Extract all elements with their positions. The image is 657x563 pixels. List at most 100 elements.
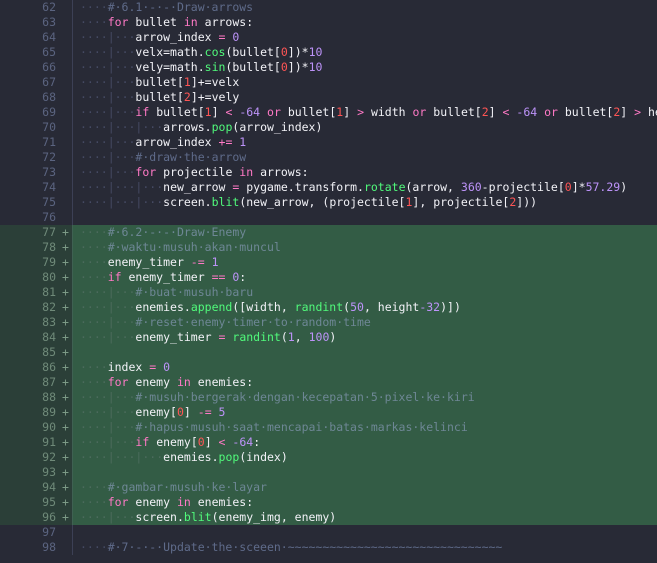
code-token-ws: ···· <box>80 390 108 404</box>
code-text[interactable]: ····|···#·musuh·bergerak·dengan·kecepata… <box>73 390 657 405</box>
code-line[interactable]: 82 + ····|···enemies.append([width, randin… <box>0 300 657 315</box>
code-text[interactable]: ····#·6.2·-·-·Draw·Enemy <box>73 225 657 240</box>
code-line[interactable]: 95 + ····for enemy in enemies: <box>0 495 657 510</box>
code-line[interactable]: 68 ····|···bullet[2]+=vely <box>0 90 657 105</box>
code-line[interactable]: 87 + ····for enemy in enemies: <box>0 375 657 390</box>
diff-marker <box>60 525 72 540</box>
code-text[interactable]: ····|···enemy[0] -= 5 <box>73 405 657 420</box>
code-line[interactable]: 80 + ····if enemy_timer == 0: <box>0 270 657 285</box>
code-text[interactable]: ····if enemy_timer == 0: <box>73 270 657 285</box>
code-text[interactable]: ····#·waktu·musuh·akan·muncul <box>73 240 657 255</box>
code-line[interactable]: 93 + <box>0 465 657 480</box>
code-line[interactable]: 76 <box>0 210 657 225</box>
code-line[interactable]: 77 + ····#·6.2·-·-·Draw·Enemy <box>0 225 657 240</box>
code-line[interactable]: 64 ····|···arrow_index = 0 <box>0 30 657 45</box>
code-editor-pane[interactable]: 62 ····#·6.1·-·-·Draw·arrows 63 ····for bul… <box>0 0 657 563</box>
code-token-id: arrows: <box>253 165 309 179</box>
diff-marker: + <box>60 225 72 240</box>
code-text[interactable]: ····|···enemies.append([width, randint(5… <box>73 300 657 315</box>
code-token-cmt: #·waktu·musuh·akan·muncul <box>107 240 281 254</box>
code-text[interactable]: ····|···|···new_arrow = pygame.transform… <box>73 180 657 195</box>
code-token-id: (bullet[ <box>225 60 281 74</box>
code-line[interactable]: 66 ····|···vely=math.sin(bullet[0])*10 <box>0 60 657 75</box>
code-line[interactable]: 63 ····for bullet in arrows: <box>0 15 657 30</box>
code-text[interactable]: ····|···screen.blit(enemy_img, enemy) <box>73 510 657 525</box>
code-line[interactable]: 78 + ····#·waktu·musuh·akan·muncul <box>0 240 657 255</box>
code-token-fn: append <box>190 300 233 314</box>
code-token-ws: ···· <box>80 450 108 464</box>
code-text[interactable]: ····|···bullet[2]+=vely <box>73 90 657 105</box>
code-line[interactable]: 88 + ····|···#·musuh·bergerak·dengan·kecep… <box>0 390 657 405</box>
code-line[interactable]: 84 + ····|···enemy_timer = randint(1, 100) <box>0 330 657 345</box>
code-text[interactable]: ····#·7·-·-·Update·the·sceeen·~~~~~~~~~~… <box>73 540 657 555</box>
code-line[interactable]: 70 ····|···|···arrows.pop(arrow_index) <box>0 120 657 135</box>
code-line[interactable]: 71 ····|···arrow_index += 1 <box>0 135 657 150</box>
code-line[interactable]: 90 + ····|···#·hapus·musuh·saat·mencapai·b… <box>0 420 657 435</box>
code-text[interactable]: ····|···arrow_index += 1 <box>73 135 657 150</box>
code-line[interactable]: 67 ····|···bullet[1]+=velx <box>0 75 657 90</box>
code-line[interactable]: 65 ····|···velx=math.cos(bullet[0])*10 <box>0 45 657 60</box>
code-line[interactable]: 89 + ····|···enemy[0] -= 5 <box>0 405 657 420</box>
code-token-ws: ··· <box>114 120 136 134</box>
code-text[interactable] <box>73 525 657 540</box>
code-text[interactable]: ····for bullet in arrows: <box>73 15 657 30</box>
code-text[interactable]: ····enemy_timer -= 1 <box>73 255 657 270</box>
line-number: 70 <box>6 120 60 135</box>
code-line[interactable]: 85 + <box>0 345 657 360</box>
code-text[interactable]: ····#·6.1·-·-·Draw·arrows <box>73 0 657 15</box>
code-text[interactable]: ····for enemy in enemies: <box>73 495 657 510</box>
code-token-id: enemy <box>128 495 177 509</box>
code-line[interactable]: 98 ····#·7·-·-·Update·the·sceeen·~~~~~~~~… <box>0 540 657 555</box>
code-token-kw: or <box>537 105 558 119</box>
code-text[interactable]: ····|···#·reset·enemy·timer·to·random·ti… <box>73 315 657 330</box>
code-text[interactable]: ····|···for projectile in arrows: <box>73 165 657 180</box>
code-token-guide: | <box>107 405 115 419</box>
diff-marker: + <box>60 270 72 285</box>
code-token-ws: ···· <box>80 75 108 89</box>
code-text[interactable]: ····|···bullet[1]+=velx <box>73 75 657 90</box>
code-text[interactable]: ····|···arrow_index = 0 <box>73 30 657 45</box>
code-token-ws: ··· <box>114 135 136 149</box>
code-text[interactable]: ····|···#·buat·musuh·baru <box>73 285 657 300</box>
code-line[interactable]: 97 <box>0 525 657 540</box>
code-line[interactable]: 79 + ····enemy_timer -= 1 <box>0 255 657 270</box>
code-text[interactable] <box>73 465 657 480</box>
code-line[interactable]: 75 ····|···|···screen.blit(new_arrow, (pr… <box>0 195 657 210</box>
code-line[interactable]: 94 + ····#·gambar·musuh·ke·layar <box>0 480 657 495</box>
code-text[interactable]: ····for enemy in enemies: <box>73 375 657 390</box>
code-token-ws: ···· <box>80 225 108 239</box>
code-lines-container[interactable]: 62 ····#·6.1·-·-·Draw·arrows 63 ····for bul… <box>0 0 657 555</box>
line-number: 87 <box>6 375 60 390</box>
code-text[interactable]: ····|···#·hapus·musuh·saat·mencapai·bata… <box>73 420 657 435</box>
code-text[interactable]: ····|···vely=math.sin(bullet[0])*10 <box>73 60 657 75</box>
code-text[interactable]: ····|···if enemy[0] < -64: <box>73 435 657 450</box>
code-line[interactable]: 69 ····|···if bullet[1] < -64 or bullet[1… <box>0 105 657 120</box>
code-line[interactable]: 96 + ····|···screen.blit(enemy_img, enemy) <box>0 510 657 525</box>
code-line[interactable]: 72 ····|···#·draw·the·arrow <box>0 150 657 165</box>
code-text[interactable]: ····|···|···arrows.pop(arrow_index) <box>73 120 657 135</box>
code-token-cmt: #·gambar·musuh·ke·layar <box>107 480 267 494</box>
code-text[interactable] <box>73 345 657 360</box>
code-token-id: screen. <box>163 195 212 209</box>
code-text[interactable]: ····|···enemy_timer = randint(1, 100) <box>73 330 657 345</box>
code-text[interactable]: ····|···|···screen.blit(new_arrow, (proj… <box>73 195 657 210</box>
code-text[interactable] <box>73 210 657 225</box>
code-line[interactable]: 62 ····#·6.1·-·-·Draw·arrows <box>0 0 657 15</box>
line-number: 62 <box>6 0 60 15</box>
code-token-ws: ···· <box>80 180 108 194</box>
code-line[interactable]: 81 + ····|···#·buat·musuh·baru <box>0 285 657 300</box>
code-line[interactable]: 91 + ····|···if enemy[0] < -64: <box>0 435 657 450</box>
code-token-id: enemies. <box>163 450 219 464</box>
code-text[interactable]: ····|···|···enemies.pop(index) <box>73 450 657 465</box>
code-text[interactable]: ····|···velx=math.cos(bullet[0])*10 <box>73 45 657 60</box>
code-line[interactable]: 86 + ····index = 0 <box>0 360 657 375</box>
code-line[interactable]: 73 ····|···for projectile in arrows: <box>0 165 657 180</box>
code-text[interactable]: ····index = 0 <box>73 360 657 375</box>
code-text[interactable]: ····|···if bullet[1] < -64 or bullet[1] … <box>73 105 657 120</box>
code-line[interactable]: 74 ····|···|···new_arrow = pygame.transfo… <box>0 180 657 195</box>
code-token-id: velx=math. <box>135 45 205 59</box>
code-line[interactable]: 83 + ····|···#·reset·enemy·timer·to·random… <box>0 315 657 330</box>
code-line[interactable]: 92 + ····|···|···enemies.pop(index) <box>0 450 657 465</box>
code-text[interactable]: ····|···#·draw·the·arrow <box>73 150 657 165</box>
code-text[interactable]: ····#·gambar·musuh·ke·layar <box>73 480 657 495</box>
